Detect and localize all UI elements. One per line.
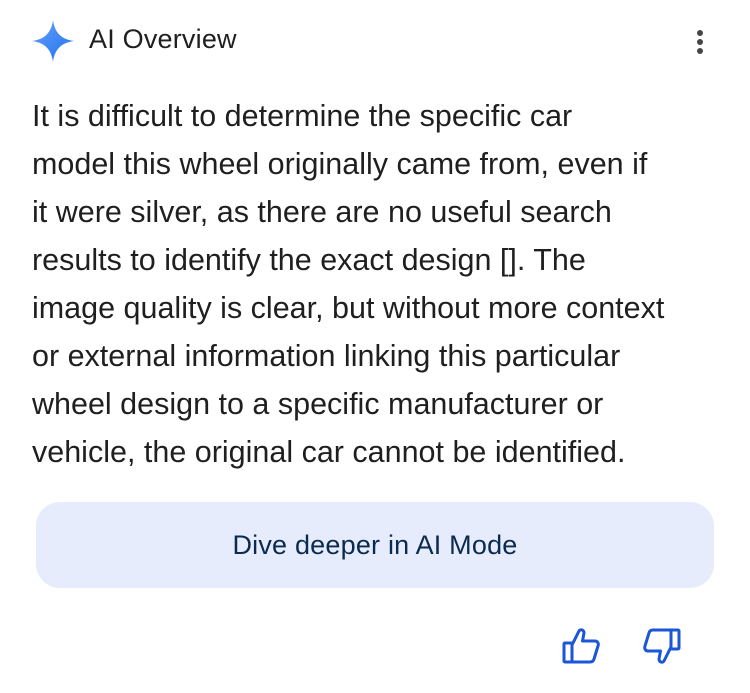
- overview-line: results to identify the exact design [].…: [32, 243, 586, 277]
- overview-line: model this wheel originally came from, e…: [32, 147, 648, 181]
- overview-line: or external information linking this par…: [32, 339, 621, 373]
- thumbs-up-icon[interactable]: [561, 626, 601, 666]
- sparkle-icon: [32, 20, 74, 62]
- overview-text: It is difficult to determine the specifi…: [32, 92, 732, 476]
- header-title: AI Overview: [89, 24, 237, 54]
- dive-deeper-button[interactable]: Dive deeper in AI Mode: [36, 502, 714, 588]
- ai-overview-header: AI Overview: [0, 0, 750, 80]
- overview-line: vehicle, the original car cannot be iden…: [32, 435, 626, 469]
- dive-deeper-label: Dive deeper in AI Mode: [232, 529, 518, 560]
- more-vert-icon-dot-2: [697, 39, 703, 45]
- overview-line: wheel design to a specific manufacturer …: [32, 387, 604, 421]
- overview-line: image quality is clear, but without more…: [32, 291, 665, 325]
- more-vert-icon-dot-3: [697, 48, 703, 54]
- overview-line: it were silver, as there are no useful s…: [32, 195, 612, 229]
- overview-line: It is difficult to determine the specifi…: [32, 99, 573, 133]
- more-options-button[interactable]: [684, 24, 716, 60]
- more-vert-icon-dot-1: [697, 30, 703, 36]
- thumbs-down-icon[interactable]: [642, 626, 682, 666]
